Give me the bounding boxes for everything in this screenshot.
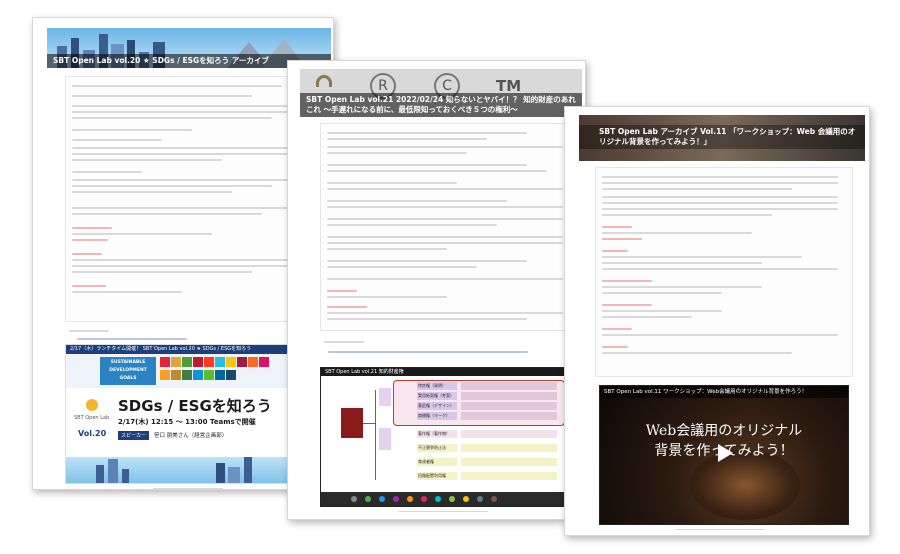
logo-text: SBT Open Lab xyxy=(74,415,110,421)
slide-row: 不正競争防止法 xyxy=(417,444,457,452)
page-banner: SBT Open Lab アーカイブ Vol.11 「ワークショップ：Web 会… xyxy=(579,115,865,161)
coffee-cup xyxy=(690,450,800,520)
banner-title: SBT Open Lab vol.21 2022/02/24 知らないとヤバイ！… xyxy=(300,93,582,117)
toolbar-icon[interactable] xyxy=(379,496,385,502)
video-header: SBT Open Lab vol.11 ワークショップ：Web会議用のオリジナル… xyxy=(600,386,848,398)
slide-row: 実用新案権（考案） xyxy=(417,392,457,400)
banner-title: SBT Open Lab アーカイブ Vol.11 「ワークショップ：Web 会… xyxy=(579,125,865,149)
workshop-video[interactable]: SBT Open Lab vol.11 ワークショップ：Web会議用のオリジナル… xyxy=(599,385,849,525)
toolbar-icon[interactable] xyxy=(449,496,455,502)
speaker-name: 笹口 朋美さん（経営企画部） xyxy=(154,433,228,439)
article-body xyxy=(65,76,321,322)
toolbar-icon[interactable] xyxy=(351,496,357,502)
video-title-line-1: Web会議用のオリジナル xyxy=(645,423,803,439)
article-body xyxy=(595,167,853,377)
volume-number: Vol.20 xyxy=(78,429,107,438)
archive-page-vol21[interactable]: R C TM SBT Open Lab vol.21 2022/02/24 知ら… xyxy=(287,60,586,520)
toolbar-icon[interactable] xyxy=(421,496,427,502)
toolbar-icon[interactable] xyxy=(463,496,469,502)
lecture-slide-video[interactable]: SBT Open Lab vol.21 知的財産権 特許権（発明） 実用新案権（… xyxy=(320,367,578,507)
promo-header: 2/17（木）ランチタイム開催！ SBT Open Lab vol.20 ★ S… xyxy=(66,345,322,354)
slide-header: SBT Open Lab vol.21 知的財産権 xyxy=(321,368,577,376)
toolbar-icon[interactable] xyxy=(477,496,483,502)
lightbulb-icon xyxy=(86,399,98,411)
slide-row: 商標権（マーク） xyxy=(417,412,457,420)
toolbar-icon[interactable] xyxy=(491,496,497,502)
article-body xyxy=(320,123,578,331)
speaker-label: スピーカー xyxy=(118,431,150,440)
slide-row: 特許権（発明） xyxy=(417,382,457,390)
archive-page-vol11[interactable]: SBT Open Lab アーカイブ Vol.11 「ワークショップ：Web 会… xyxy=(564,106,870,536)
promo-main-title: SDGs / ESGを知ろう xyxy=(118,397,272,415)
slide-row: 育成者権 xyxy=(417,458,457,466)
toolbar-icon[interactable] xyxy=(393,496,399,502)
toolbar-icon[interactable] xyxy=(365,496,371,502)
promo-date: 2/17(木) 12:15 ～ 13:00 Teamsで開催 xyxy=(118,418,256,426)
slide-row: 著作権（著作物） xyxy=(417,430,457,438)
toolbar-icon[interactable] xyxy=(435,496,441,502)
slide-row: 回路配置利用権 xyxy=(417,472,457,480)
slide-row: 意匠権（デザイン） xyxy=(417,402,457,410)
page-banner: R C TM SBT Open Lab vol.21 2022/02/24 知ら… xyxy=(300,69,582,117)
padlock-icon xyxy=(316,75,332,87)
root-box xyxy=(341,408,363,438)
event-promo-image[interactable]: 2/17（木）ランチタイム開催！ SBT Open Lab vol.20 ★ S… xyxy=(65,344,323,484)
play-icon[interactable] xyxy=(718,444,733,462)
toolbar-icon[interactable] xyxy=(407,496,413,502)
sdg-goals-badge: SUSTAINABLE DEVELOPMENT GOALS xyxy=(100,357,156,385)
